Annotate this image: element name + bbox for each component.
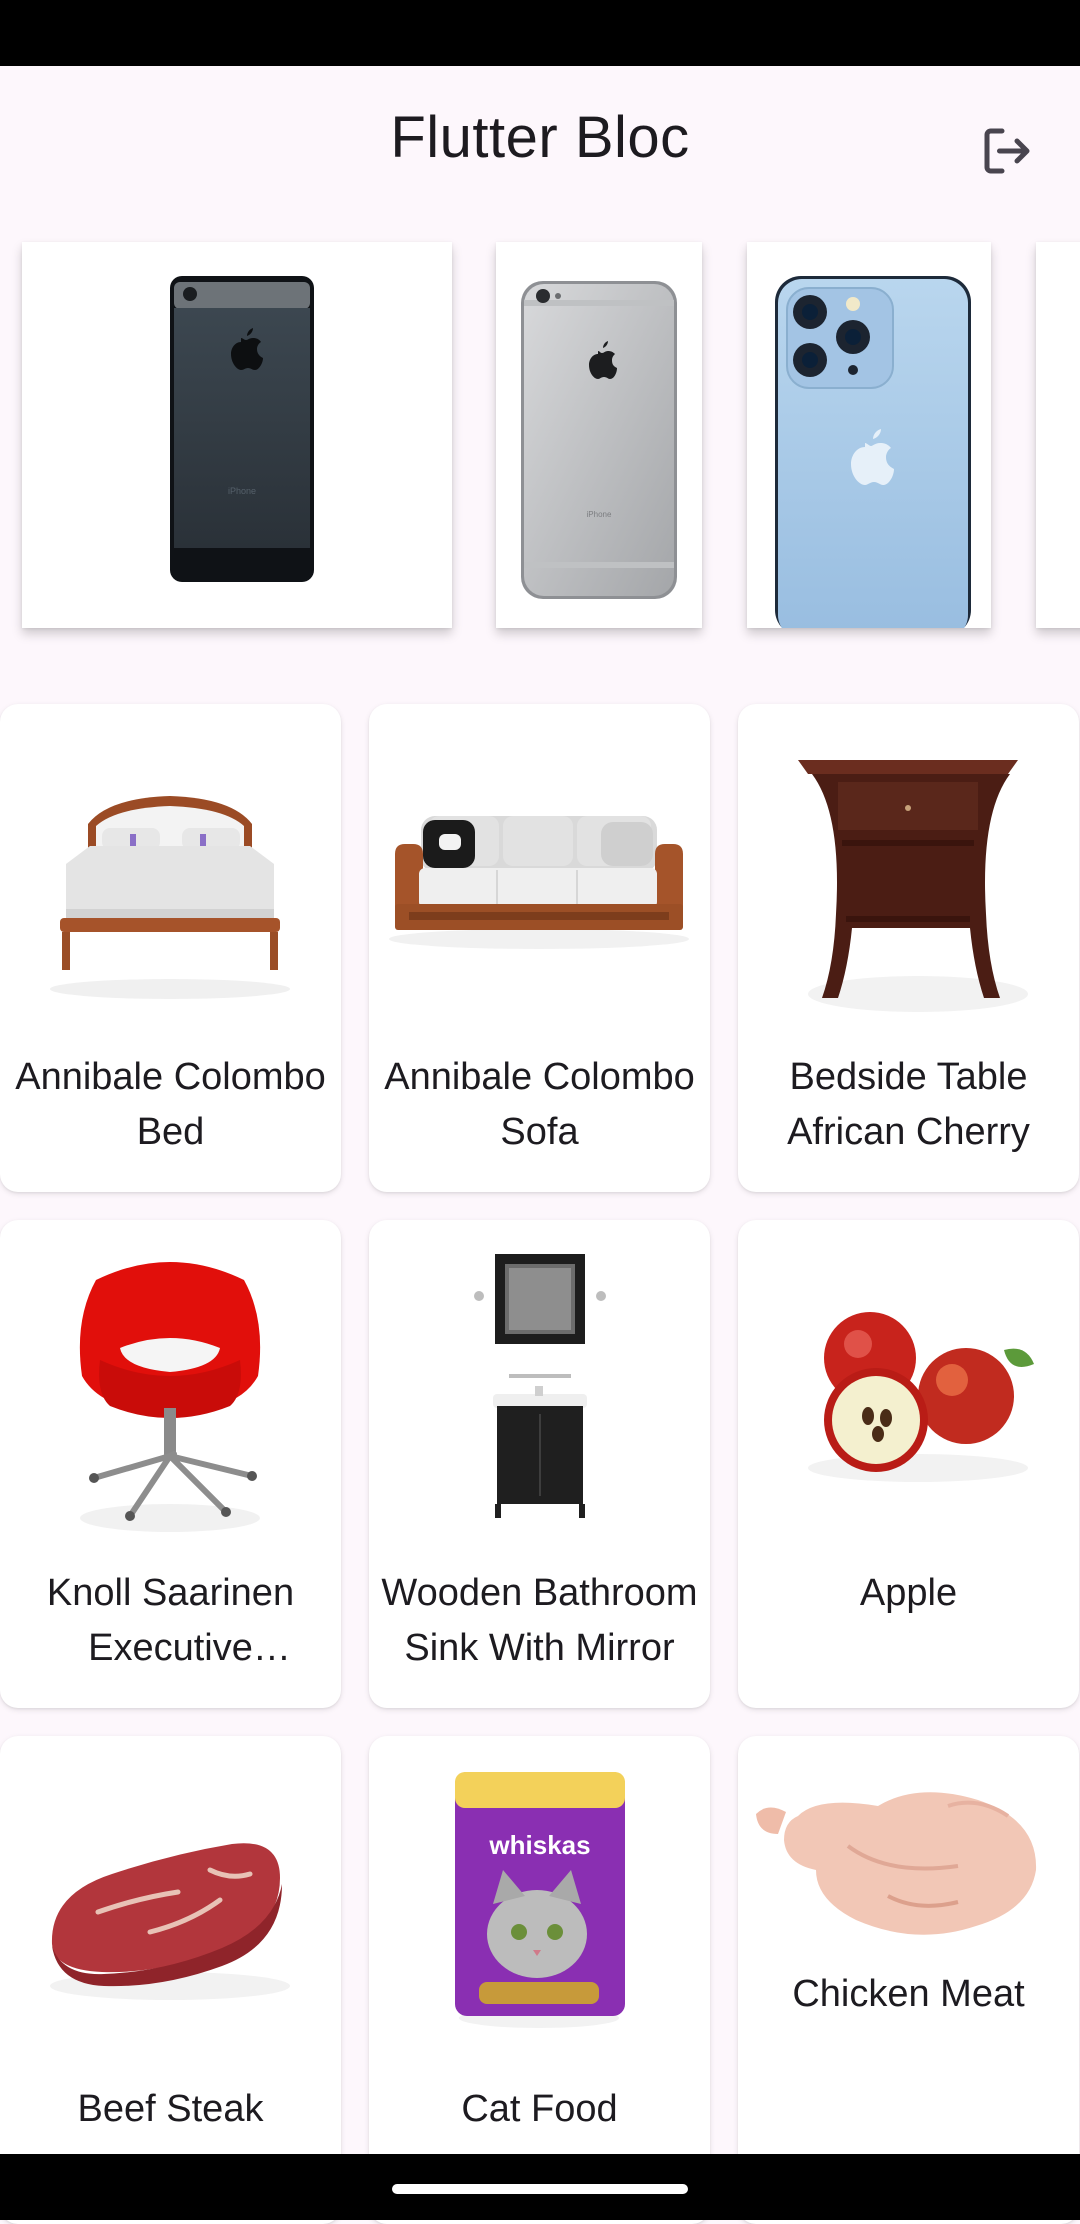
svg-text:iPhone: iPhone bbox=[228, 486, 256, 496]
red-chair-image bbox=[79, 1262, 261, 1532]
product-card[interactable]: Apple bbox=[738, 1220, 1079, 1708]
steak-image bbox=[50, 1843, 290, 2000]
product-card[interactable]: Beef Steak bbox=[0, 1736, 341, 2224]
product-title: Beef Steak bbox=[77, 2088, 264, 2130]
bathroom-sink-image bbox=[474, 1254, 606, 1518]
product-card[interactable]: Chicken Meat bbox=[738, 1736, 1079, 2224]
product-title: Annibale Colombo Bed bbox=[15, 1056, 326, 1153]
carousel-slide[interactable] bbox=[747, 242, 991, 628]
image-carousel[interactable]: iPhone iPhone bbox=[0, 238, 1080, 658]
phone-black-image: iPhone bbox=[170, 276, 314, 582]
bedside-table-image bbox=[798, 760, 1028, 1012]
product-title: Annibale Colombo Sofa bbox=[384, 1056, 695, 1153]
carousel-slide[interactable]: iPhone bbox=[22, 242, 452, 628]
app-bar: Flutter Bloc bbox=[0, 66, 1080, 216]
apples-image bbox=[808, 1312, 1034, 1482]
product-title: Chicken Meat bbox=[792, 1973, 1025, 2015]
carousel-slide[interactable] bbox=[1036, 242, 1080, 628]
svg-text:iPhone: iPhone bbox=[587, 510, 612, 519]
app-title: Flutter Bloc bbox=[390, 105, 690, 170]
chicken-image bbox=[756, 1792, 1037, 1935]
svg-text:whiskas: whiskas bbox=[488, 1830, 590, 1860]
product-card[interactable]: whiskas Cat Food bbox=[369, 1736, 710, 2224]
home-indicator[interactable] bbox=[392, 2184, 688, 2194]
cat-food-image: whiskas bbox=[455, 1772, 625, 2028]
product-title: Bedside Table African Cherry bbox=[787, 1056, 1030, 1153]
status-bar bbox=[0, 0, 1080, 66]
navigation-bar bbox=[0, 2154, 1080, 2220]
bed-image bbox=[50, 796, 290, 999]
carousel-slide[interactable]: iPhone bbox=[496, 242, 702, 628]
logout-button[interactable] bbox=[966, 110, 1048, 192]
product-title: Cat Food bbox=[461, 2088, 618, 2130]
product-title: Knoll Saarinen Executive Conference Chai… bbox=[46, 1572, 295, 1669]
product-card[interactable]: Wooden Bathroom Sink With Mirror bbox=[369, 1220, 710, 1708]
sofa-image bbox=[389, 816, 689, 949]
product-title: Apple bbox=[859, 1572, 958, 1614]
phone-blue-image bbox=[775, 276, 971, 628]
product-card[interactable]: Annibale Colombo Bed bbox=[0, 704, 341, 1192]
phone-silver-image: iPhone bbox=[521, 281, 677, 599]
product-card[interactable]: Knoll Saarinen Executive Conference Chai… bbox=[0, 1220, 341, 1708]
product-card[interactable]: Bedside Table African Cherry bbox=[738, 704, 1079, 1192]
logout-icon bbox=[984, 128, 1030, 174]
product-card[interactable]: Annibale Colombo Sofa bbox=[369, 704, 710, 1192]
product-title: Wooden Bathroom Sink With Mirror bbox=[381, 1572, 698, 1669]
